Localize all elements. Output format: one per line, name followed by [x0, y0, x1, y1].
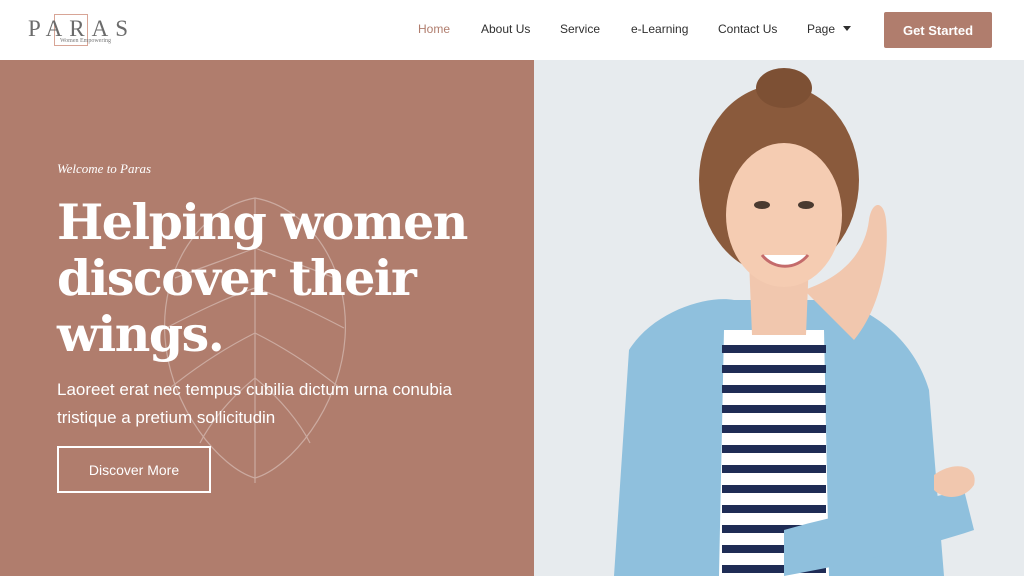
- hero-photo-panel: [534, 60, 1024, 576]
- site-header: PARAS Women Empowering Home About Us Ser…: [0, 0, 1024, 60]
- hero-woman-photo: [534, 60, 1024, 576]
- discover-more-button[interactable]: Discover More: [57, 446, 211, 493]
- nav-item-service[interactable]: Service: [560, 22, 600, 36]
- hero-text-panel: Welcome to Paras Helping women discover …: [0, 60, 534, 576]
- get-started-button[interactable]: Get Started: [884, 12, 992, 48]
- hero-headline: Helping women discover their wings.: [57, 193, 468, 363]
- nav-item-home[interactable]: Home: [418, 22, 450, 36]
- nav-item-e-learning[interactable]: e-Learning: [631, 22, 688, 36]
- hero-subtext: Laoreet erat nec tempus cubilia dictum u…: [57, 380, 453, 427]
- chevron-down-icon: [843, 26, 852, 31]
- brand-tagline: Women Empowering: [60, 38, 112, 44]
- nav-item-contact-us[interactable]: Contact Us: [718, 22, 777, 36]
- nav-item-page-label: Page: [807, 22, 836, 36]
- brand-logo[interactable]: PARAS Women Empowering: [28, 14, 128, 48]
- hero-eyebrow: Welcome to Paras: [57, 161, 152, 176]
- nav-item-about-us[interactable]: About Us: [481, 22, 530, 36]
- nav-item-page[interactable]: Page: [807, 22, 852, 36]
